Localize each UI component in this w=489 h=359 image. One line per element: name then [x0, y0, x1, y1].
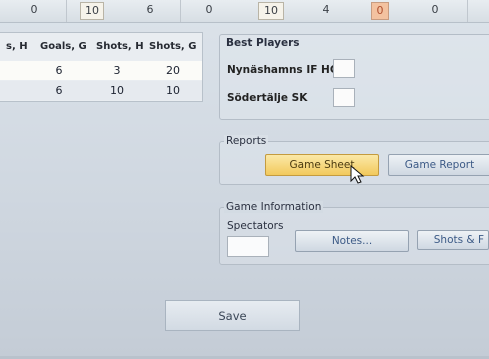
top-value-1[interactable]: 10 [80, 2, 104, 20]
table-cell: 6 [55, 64, 63, 77]
mouse-cursor-icon [350, 165, 365, 184]
column-header[interactable]: s, H [6, 41, 28, 52]
team-name-home: Nynäshamns IF HC [227, 64, 338, 76]
divider [180, 0, 181, 22]
game-information-title: Game Information [224, 201, 324, 213]
spectators-label: Spectators [227, 220, 284, 232]
top-value-0: 0 [30, 3, 38, 16]
top-value-2: 6 [146, 3, 154, 16]
table-header: s, H Goals, G Shots, H Shots, G [0, 33, 202, 59]
shots-button[interactable]: Shots & F [417, 230, 489, 250]
table-row[interactable]: 6 10 10 [0, 81, 202, 100]
spectators-input[interactable] [227, 236, 269, 257]
team-name-away: Södertälje SK [227, 92, 308, 104]
save-button[interactable]: Save [165, 300, 300, 331]
top-value-6[interactable]: 0 [371, 2, 389, 20]
best-player-field-away[interactable] [333, 88, 355, 107]
top-value-7: 0 [431, 3, 439, 16]
column-header[interactable]: Shots, H [96, 41, 144, 52]
top-value-5: 4 [322, 3, 330, 16]
best-players-title: Best Players [226, 37, 300, 49]
top-value-3: 0 [205, 3, 213, 16]
notes-button[interactable]: Notes... [295, 230, 409, 252]
table-cell: 10 [110, 84, 124, 97]
best-player-field-home[interactable] [333, 59, 355, 78]
reports-title: Reports [224, 135, 269, 147]
top-value-4[interactable]: 10 [258, 2, 284, 20]
game-report-button[interactable]: Game Report [388, 154, 489, 176]
table-cell: 3 [113, 64, 121, 77]
top-counter-strip: 0 10 6 0 10 4 0 0 [0, 0, 489, 23]
column-header[interactable]: Goals, G [40, 41, 87, 52]
table-cell: 20 [166, 64, 180, 77]
table-row[interactable]: 6 3 20 [0, 61, 202, 80]
stats-table: s, H Goals, G Shots, H Shots, G 6 3 20 6… [0, 32, 203, 102]
table-cell: 10 [166, 84, 180, 97]
divider [467, 0, 468, 22]
column-header[interactable]: Shots, G [149, 41, 196, 52]
table-cell: 6 [55, 84, 63, 97]
divider [66, 0, 67, 22]
